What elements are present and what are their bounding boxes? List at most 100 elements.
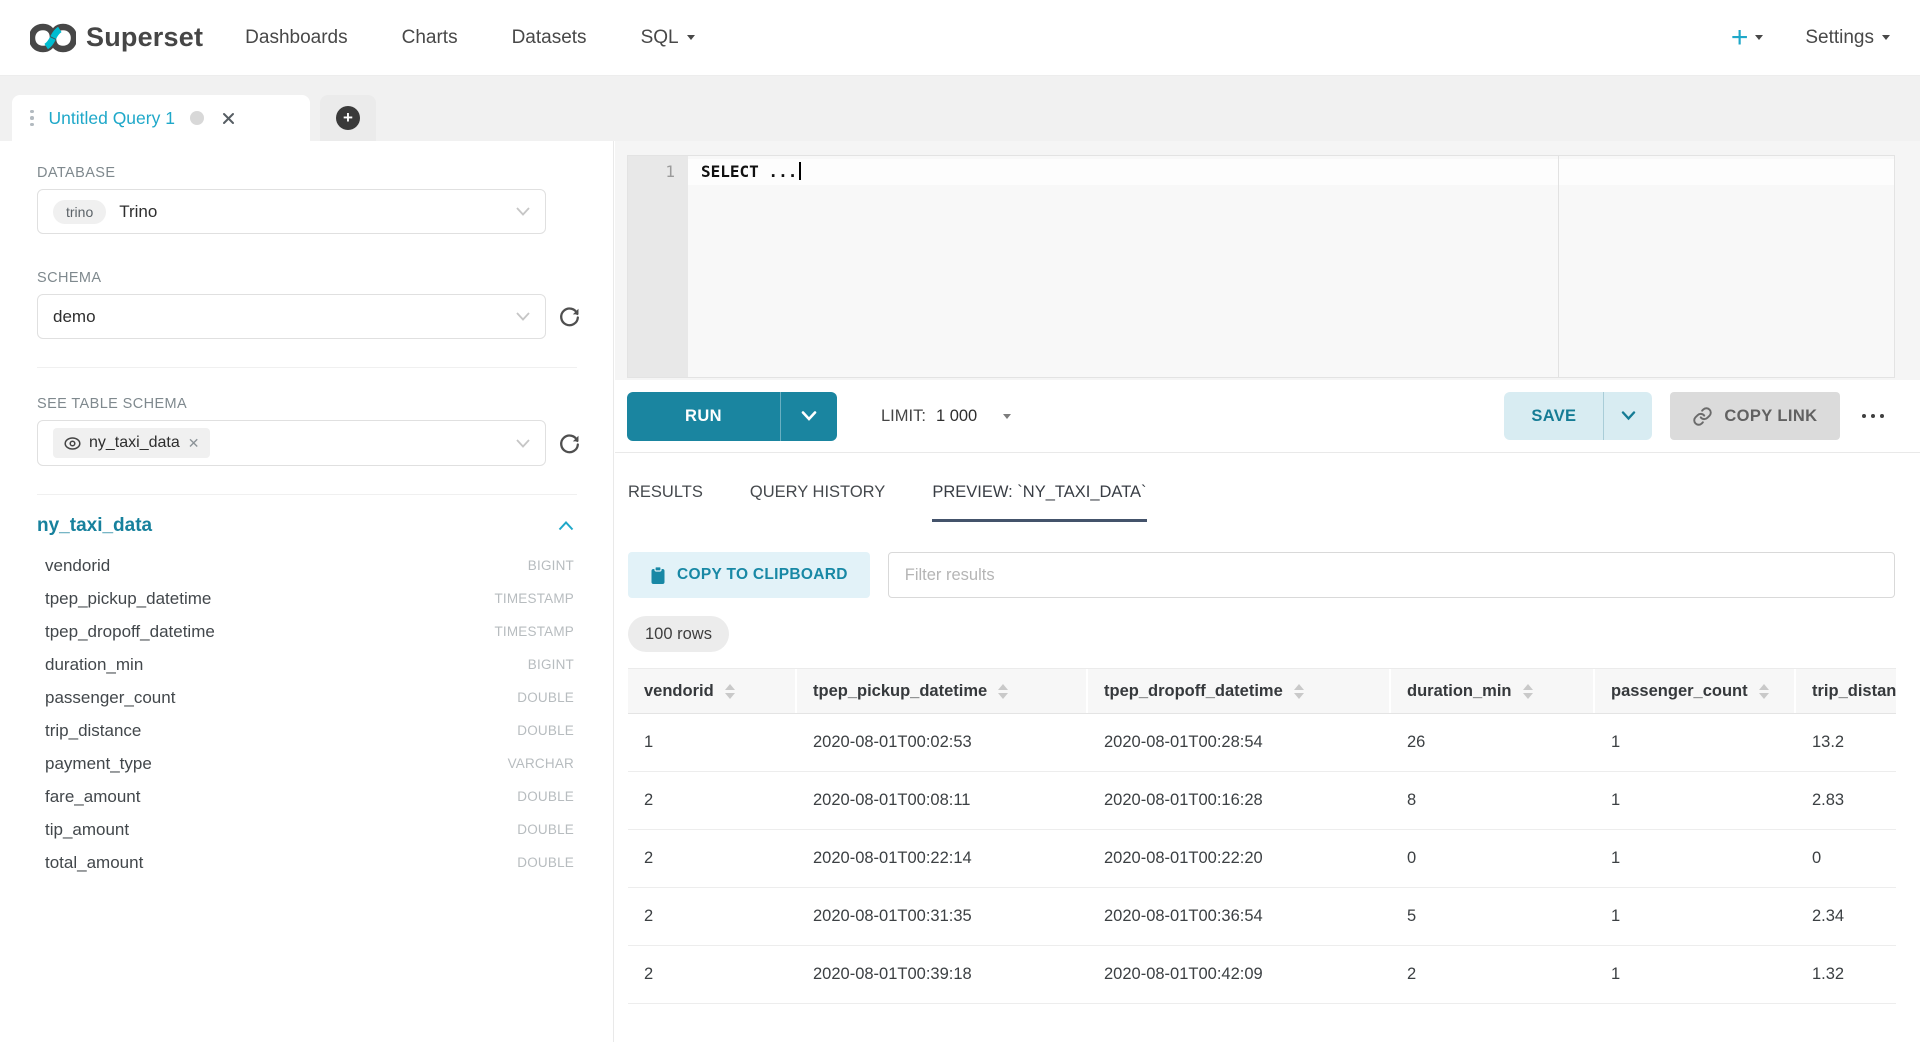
- nav-item-datasets[interactable]: Datasets: [512, 27, 587, 49]
- database-name: Trino: [119, 202, 157, 222]
- cell: 1: [1595, 888, 1796, 945]
- text-cursor: [799, 162, 801, 180]
- limit-label: LIMIT:: [881, 407, 926, 426]
- tab-preview-ny-taxi-data[interactable]: PREVIEW: `NY_TAXI_DATA`: [932, 483, 1146, 522]
- cell: 2: [628, 888, 797, 945]
- sort-icon[interactable]: [1759, 684, 1769, 699]
- query-status-dot: [190, 111, 204, 125]
- close-icon[interactable]: [221, 111, 236, 126]
- superset-logo[interactable]: Superset: [30, 22, 203, 53]
- query-tab-active[interactable]: Untitled Query 1: [12, 95, 310, 141]
- cell: 2020-08-01T00:28:54: [1088, 714, 1391, 771]
- database-type-tag: trino: [53, 200, 106, 224]
- column-row: passenger_countDOUBLE: [37, 681, 574, 714]
- table-schema-title[interactable]: ny_taxi_data: [37, 515, 152, 537]
- plus-icon: +: [1731, 23, 1749, 53]
- cell: 5: [1391, 888, 1595, 945]
- cell: 2020-08-01T00:42:09: [1088, 946, 1391, 1003]
- save-options-button[interactable]: [1603, 392, 1652, 440]
- cell: 8: [1391, 772, 1595, 829]
- chevron-down-icon: [1003, 414, 1011, 419]
- query-tab-label[interactable]: Untitled Query 1: [49, 108, 175, 129]
- drag-handle-icon[interactable]: [30, 110, 34, 127]
- column-header-vendorid[interactable]: vendorid: [628, 669, 797, 713]
- chevron-down-icon: [687, 35, 695, 40]
- nav-item-charts[interactable]: Charts: [402, 27, 458, 49]
- database-label: DATABASE: [37, 165, 613, 181]
- schema-value: demo: [53, 307, 96, 327]
- plus-circle-icon: +: [336, 106, 360, 130]
- filter-results-input[interactable]: [888, 552, 1895, 598]
- tab-query-history[interactable]: QUERY HISTORY: [750, 483, 885, 522]
- chevron-up-icon[interactable]: [558, 521, 574, 531]
- navbar: Superset Dashboards Charts Datasets SQL …: [0, 0, 1920, 76]
- sidebar-divider: [37, 367, 577, 368]
- save-button-group: SAVE: [1504, 392, 1652, 440]
- save-button[interactable]: SAVE: [1504, 392, 1603, 440]
- cell: 1: [628, 714, 797, 771]
- nav-item-sql[interactable]: SQL: [641, 27, 695, 49]
- copy-to-clipboard-button[interactable]: COPY TO CLIPBOARD: [628, 552, 870, 598]
- new-query-tab-button[interactable]: +: [320, 95, 376, 141]
- nav-right: + Settings: [1731, 23, 1890, 53]
- main-pane: 1 SELECT ... RUN LIMIT: 1 000: [615, 141, 1920, 1042]
- column-header-pickup[interactable]: tpep_pickup_datetime: [797, 669, 1088, 713]
- table-select[interactable]: ny_taxi_data ✕: [37, 420, 546, 466]
- limit-control[interactable]: LIMIT: 1 000: [881, 407, 1011, 426]
- results-table-header: vendorid tpep_pickup_datetime tpep_dropo…: [628, 668, 1896, 714]
- print-margin-line: [1558, 156, 1559, 377]
- column-row: vendoridBIGINT: [37, 549, 574, 582]
- selected-table-tag[interactable]: ny_taxi_data ✕: [53, 428, 210, 458]
- cell: 2020-08-01T00:08:11: [797, 772, 1088, 829]
- column-row: fare_amountDOUBLE: [37, 780, 574, 813]
- chevron-down-icon: [1621, 411, 1636, 421]
- copy-link-button[interactable]: COPY LINK: [1670, 392, 1839, 440]
- table-schema-header[interactable]: ny_taxi_data: [37, 515, 574, 537]
- link-icon: [1692, 406, 1713, 427]
- cell: 13.2: [1796, 714, 1896, 771]
- code-line[interactable]: SELECT ...: [688, 159, 1894, 185]
- column-header-duration[interactable]: duration_min: [1391, 669, 1595, 713]
- sort-icon[interactable]: [1523, 684, 1533, 699]
- column-header-dropoff[interactable]: tpep_dropoff_datetime: [1088, 669, 1391, 713]
- settings-menu[interactable]: Settings: [1805, 27, 1890, 49]
- cell: 2.83: [1796, 772, 1896, 829]
- ellipsis-menu-icon[interactable]: [1858, 408, 1889, 425]
- cell: 2020-08-01T00:31:35: [797, 888, 1088, 945]
- query-tab-strip: Untitled Query 1 +: [0, 76, 1920, 141]
- refresh-tables-button[interactable]: [557, 431, 582, 456]
- cell: 2020-08-01T00:39:18: [797, 946, 1088, 1003]
- refresh-schemas-button[interactable]: [557, 304, 582, 329]
- sidebar-divider: [37, 494, 577, 495]
- cell: 0: [1796, 830, 1896, 887]
- brand-name: Superset: [86, 22, 203, 53]
- cell: 2020-08-01T00:36:54: [1088, 888, 1391, 945]
- remove-table-icon[interactable]: ✕: [188, 436, 200, 450]
- table-schema-label: SEE TABLE SCHEMA: [37, 396, 613, 412]
- column-header-trip-distance[interactable]: trip_distance: [1796, 669, 1896, 713]
- sort-icon[interactable]: [725, 684, 735, 699]
- editor-gutter: 1: [628, 156, 688, 377]
- cell: 2.34: [1796, 888, 1896, 945]
- editor-code-area[interactable]: SELECT ...: [688, 156, 1894, 377]
- table-row: 2 2020-08-01T00:22:14 2020-08-01T00:22:2…: [628, 830, 1896, 888]
- table-row: 1 2020-08-01T00:02:53 2020-08-01T00:28:5…: [628, 714, 1896, 772]
- database-select[interactable]: trino Trino: [37, 189, 546, 234]
- eye-icon: [64, 437, 81, 450]
- nav-item-dashboards[interactable]: Dashboards: [245, 27, 347, 49]
- nav-menu: Dashboards Charts Datasets SQL: [245, 27, 694, 49]
- tab-results[interactable]: RESULTS: [628, 483, 703, 522]
- sort-icon[interactable]: [998, 684, 1008, 699]
- sql-editor[interactable]: 1 SELECT ...: [627, 155, 1895, 378]
- column-header-passenger[interactable]: passenger_count: [1595, 669, 1796, 713]
- editor-toolbar: RUN LIMIT: 1 000 SAVE: [615, 380, 1920, 452]
- chevron-down-icon: [1755, 35, 1763, 40]
- run-button[interactable]: RUN: [627, 392, 780, 441]
- sort-icon[interactable]: [1294, 684, 1304, 699]
- new-item-button[interactable]: +: [1731, 23, 1764, 53]
- column-list: vendoridBIGINT tpep_pickup_datetimeTIMES…: [37, 549, 574, 879]
- cell: 2: [1391, 946, 1595, 1003]
- run-options-button[interactable]: [780, 392, 837, 441]
- row-count-badge: 100 rows: [628, 616, 729, 652]
- schema-select[interactable]: demo: [37, 294, 546, 339]
